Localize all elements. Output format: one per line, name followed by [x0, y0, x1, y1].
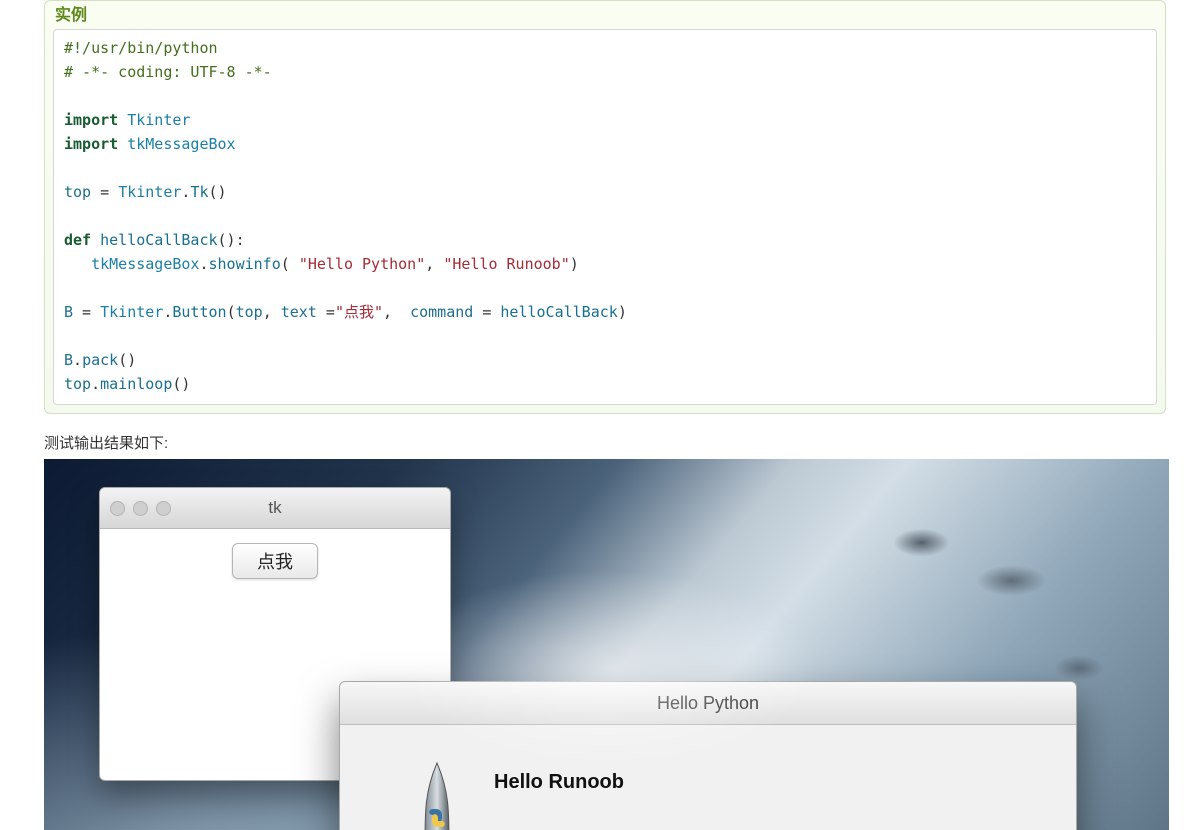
attr: mainloop — [100, 375, 172, 393]
indent — [64, 255, 91, 273]
module-name: Tkinter — [127, 111, 190, 129]
module-name: tkMessageBox — [127, 135, 235, 153]
attr: showinfo — [209, 255, 281, 273]
op: , — [425, 255, 443, 273]
var: top — [236, 303, 263, 321]
var: top — [64, 375, 91, 393]
op: . — [91, 375, 100, 393]
var: B — [64, 303, 73, 321]
result-label: 测试输出结果如下: — [44, 432, 1184, 453]
kw-arg: command — [401, 303, 482, 321]
minimize-icon[interactable] — [133, 501, 148, 516]
op: ) — [570, 255, 579, 273]
op: = — [91, 183, 118, 201]
op: , — [263, 303, 281, 321]
op: ( — [281, 255, 299, 273]
module-name: Tkinter — [100, 303, 163, 321]
func-ref: helloCallBack — [500, 303, 617, 321]
messagebox-window: Hello Python — [339, 681, 1077, 830]
code-comment: #!/usr/bin/python — [64, 39, 218, 57]
kw-def: def — [64, 231, 91, 249]
op: = — [73, 303, 100, 321]
kw-import: import — [64, 111, 118, 129]
func-name: helloCallBack — [100, 231, 217, 249]
module-name: Tkinter — [118, 183, 181, 201]
example-title: 实例 — [47, 1, 1163, 27]
window-controls — [100, 501, 171, 516]
string-lit: "Hello Runoob" — [443, 255, 569, 273]
op: () — [172, 375, 190, 393]
code-block: #!/usr/bin/python # -*- coding: UTF-8 -*… — [53, 29, 1157, 405]
op: = — [326, 303, 335, 321]
var: top — [64, 183, 91, 201]
op: () — [118, 351, 136, 369]
tk-titlebar: tk — [100, 488, 450, 529]
close-icon[interactable] — [110, 501, 125, 516]
op: ( — [227, 303, 236, 321]
attr: Button — [172, 303, 226, 321]
op: . — [199, 255, 208, 273]
zoom-icon[interactable] — [156, 501, 171, 516]
string-lit: "Hello Python" — [299, 255, 425, 273]
op: = — [482, 303, 500, 321]
attr: pack — [82, 351, 118, 369]
op: ) — [618, 303, 627, 321]
kw-import: import — [64, 135, 118, 153]
op: (): — [218, 231, 245, 249]
kw-arg: text — [281, 303, 326, 321]
messagebox-message: Hello Runoob — [494, 761, 624, 794]
example-box: 实例 #!/usr/bin/python # -*- coding: UTF-8… — [44, 0, 1166, 414]
output-screenshot: tk 点我 Hello Python — [44, 459, 1169, 830]
attr: Tk — [190, 183, 208, 201]
string-lit: "点我" — [335, 303, 383, 321]
op: () — [209, 183, 227, 201]
code-comment: # -*- coding: UTF-8 -*- — [64, 63, 272, 81]
op: , — [383, 303, 401, 321]
op: . — [73, 351, 82, 369]
python-rocket-icon — [410, 761, 464, 830]
messagebox-title: Hello Python — [340, 682, 1076, 725]
module-name: tkMessageBox — [91, 255, 199, 273]
var: B — [64, 351, 73, 369]
tk-body: 点我 — [100, 529, 450, 579]
click-me-button[interactable]: 点我 — [232, 543, 318, 579]
